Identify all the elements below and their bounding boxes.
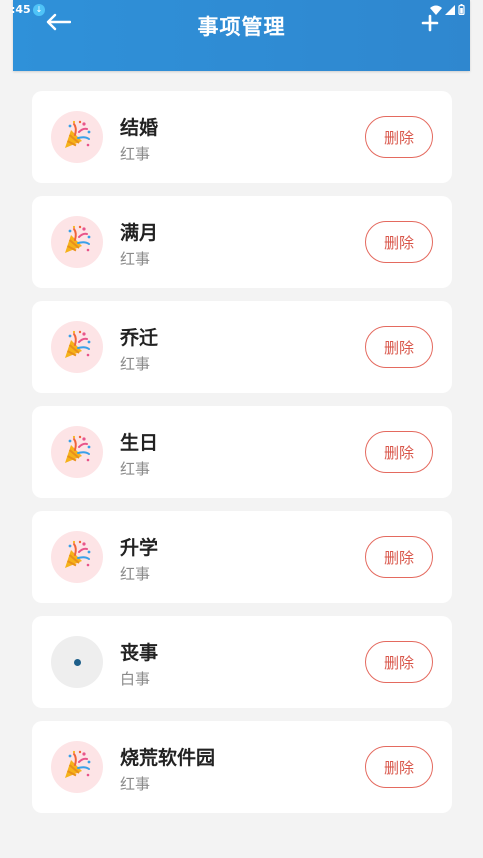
event-type: 红事 — [120, 775, 151, 793]
status-bar: :45 ↓ — [0, 0, 483, 20]
event-type: 红事 — [120, 250, 151, 268]
event-card[interactable]: 烧荒软件园红事 删除 — [32, 721, 452, 813]
wifi-icon — [430, 5, 442, 15]
event-card[interactable]: 结婚红事 删除 — [32, 91, 452, 183]
event-card[interactable]: 满月红事 删除 — [32, 196, 452, 288]
event-type: 白事 — [120, 670, 151, 688]
avatar — [51, 531, 103, 583]
event-card[interactable]: 升学红事 删除 — [32, 511, 452, 603]
delete-button[interactable]: 删除 — [365, 536, 433, 578]
event-name: 生日 — [120, 432, 159, 454]
avatar — [51, 426, 103, 478]
status-time: :45 — [11, 3, 31, 16]
delete-button[interactable]: 删除 — [365, 221, 433, 263]
party-popper-icon — [61, 329, 93, 365]
party-popper-icon — [61, 749, 93, 785]
delete-button[interactable]: 删除 — [365, 641, 433, 683]
delete-button[interactable]: 删除 — [365, 326, 433, 368]
event-name: 结婚 — [120, 117, 159, 139]
screen: 事项管理 :45 ↓ 结婚 红事 删除 满月 红事 删除 乔迁 红事 删除 生日 红事 删除 升学 红事删… — [0, 0, 483, 858]
avatar — [51, 741, 103, 793]
delete-button[interactable]: 删除 — [365, 746, 433, 788]
party-popper-icon — [61, 539, 93, 575]
delete-button[interactable]: 删除 — [365, 116, 433, 158]
event-name: 丧事 — [120, 642, 159, 664]
event-type: 红事 — [120, 355, 151, 373]
event-name: 满月 — [120, 222, 159, 244]
download-icon: ↓ — [33, 4, 45, 16]
delete-button[interactable]: 删除 — [365, 431, 433, 473]
event-type: 红事 — [120, 565, 151, 583]
party-popper-icon — [61, 434, 93, 470]
battery-icon — [458, 4, 465, 15]
event-card[interactable]: 生日红事 删除 — [32, 406, 452, 498]
party-popper-icon — [61, 224, 93, 260]
dot-icon — [73, 658, 81, 666]
event-card[interactable]: 乔迁红事 删除 — [32, 301, 452, 393]
event-name: 升学 — [120, 537, 159, 559]
party-popper-icon — [61, 119, 93, 155]
event-type: 红事 — [120, 460, 151, 478]
status-icons — [430, 4, 465, 15]
avatar — [51, 321, 103, 373]
signal-icon — [445, 4, 455, 15]
avatar — [51, 216, 103, 268]
event-list: 结婚 红事 删除 满月 红事 删除 乔迁 红事 删除 生日 红事 删除 升学 红事 删除 丧事 白事 删除 烧荒软件… — [32, 91, 452, 826]
event-type: 红事 — [120, 145, 151, 163]
event-name: 烧荒软件园 — [120, 747, 216, 769]
avatar — [51, 636, 103, 688]
event-card[interactable]: 丧事白事 删除 — [32, 616, 452, 708]
avatar — [51, 111, 103, 163]
event-name: 乔迁 — [120, 327, 159, 349]
